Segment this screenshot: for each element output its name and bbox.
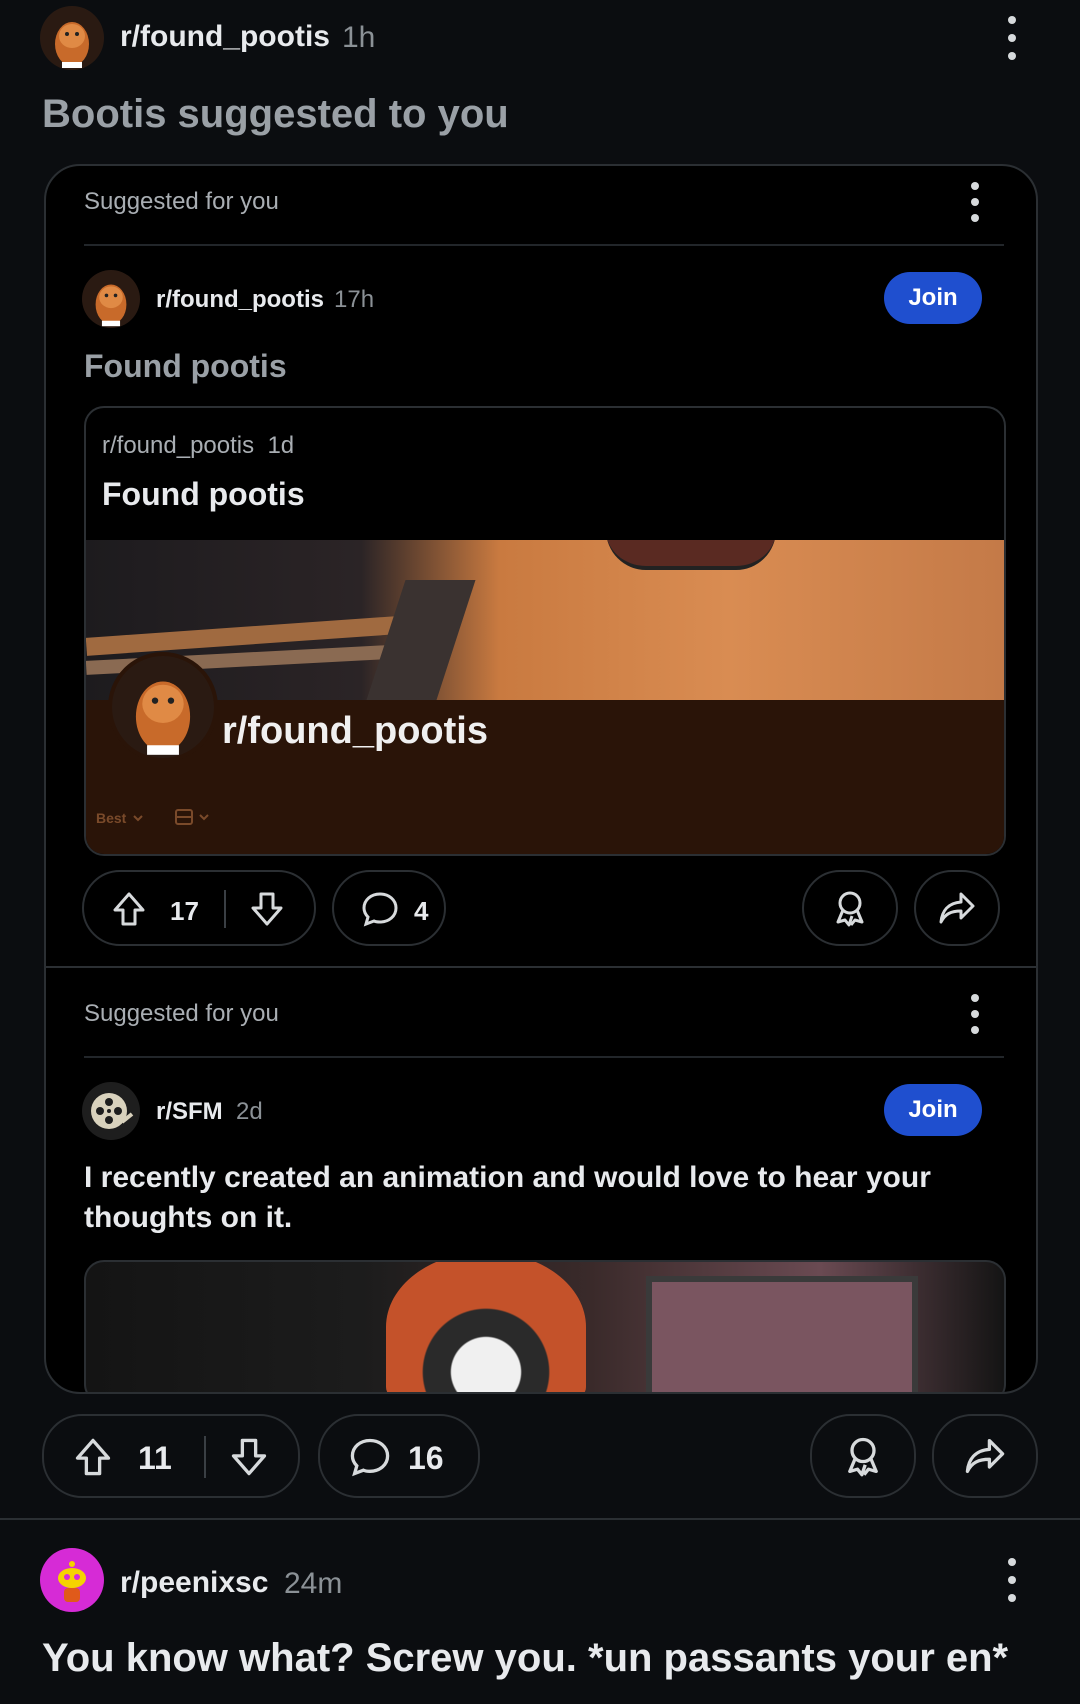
- join-button[interactable]: Join: [884, 272, 982, 324]
- embed2-title[interactable]: I recently created an animation and woul…: [84, 1158, 964, 1238]
- section-divider: [46, 966, 1036, 968]
- downvote-icon[interactable]: [228, 1436, 270, 1478]
- embedded-card[interactable]: Suggested for you r/found_pootis 17h Joi…: [44, 164, 1038, 1394]
- post-subreddit-name[interactable]: r/found_pootis: [120, 20, 330, 54]
- vote-count: 11: [138, 1440, 172, 1476]
- embed2-menu-button[interactable]: [970, 994, 980, 1034]
- post-time: 1h: [342, 21, 376, 54]
- embed1-time: 17h: [334, 286, 375, 313]
- share-icon: [937, 890, 977, 926]
- vote-count: 17: [170, 896, 199, 926]
- award-icon: [841, 1434, 885, 1478]
- feed-divider: [0, 1518, 1080, 1520]
- award-button[interactable]: [802, 870, 898, 946]
- subreddit-avatar-icon[interactable]: [40, 6, 104, 70]
- suggested-header-2: Suggested for you: [84, 1000, 279, 1027]
- divider: [84, 1056, 1004, 1058]
- upvote-icon[interactable]: [110, 890, 148, 928]
- film-reel-icon[interactable]: [82, 1082, 140, 1140]
- comment-icon: [360, 890, 400, 928]
- post-menu-button[interactable]: [1006, 16, 1018, 60]
- upvote-icon[interactable]: [72, 1436, 114, 1478]
- divider: [84, 244, 1004, 246]
- embed1-menu-button[interactable]: [970, 182, 980, 222]
- post-title[interactable]: Bootis suggested to you: [42, 92, 509, 137]
- embed1-subreddit-name[interactable]: r/found_pootis: [156, 286, 324, 314]
- crosspost-title[interactable]: Found pootis: [102, 476, 305, 513]
- vote-separator: [224, 890, 226, 928]
- next-post-subreddit[interactable]: r/peenixsc: [120, 1566, 268, 1600]
- embed2-subreddit-name[interactable]: r/SFM: [156, 1098, 223, 1126]
- next-post-menu-button[interactable]: [1006, 1558, 1018, 1602]
- banner-photo: [86, 540, 1004, 700]
- comment-count: 4: [414, 896, 429, 926]
- join-button-2[interactable]: Join: [884, 1084, 982, 1136]
- subreddit-avatar-icon[interactable]: [82, 270, 140, 328]
- chevron-down-icon: [132, 812, 144, 824]
- award-icon: [830, 888, 870, 928]
- sort-dropdown: Best: [96, 810, 144, 826]
- suggested-header: Suggested for you: [84, 188, 279, 215]
- comments-button[interactable]: 16: [318, 1414, 480, 1498]
- banner-avatar-icon: [108, 652, 218, 762]
- vote-bar: 17: [82, 870, 316, 946]
- layout-icon: [174, 808, 210, 826]
- vote-bar: 11: [42, 1414, 300, 1498]
- sort-label: Best: [96, 810, 127, 826]
- comments-button[interactable]: 4: [332, 870, 446, 946]
- next-post-time: 24m: [284, 1567, 343, 1600]
- crosspost-card[interactable]: r/found_pootis 1d Found pootis r/found_p…: [84, 406, 1006, 856]
- downvote-icon[interactable]: [248, 890, 286, 928]
- share-button[interactable]: [914, 870, 1000, 946]
- vote-separator: [204, 1436, 206, 1478]
- crosspost-meta: r/found_pootis 1d: [102, 432, 294, 460]
- crosspost-time: 1d: [267, 432, 295, 459]
- embed2-video-thumbnail[interactable]: [84, 1260, 1006, 1392]
- embed2-time: 2d: [236, 1098, 263, 1125]
- share-icon: [963, 1436, 1007, 1476]
- next-post-title[interactable]: You know what? Screw you. *un passants y…: [42, 1636, 1062, 1681]
- crosspost-subreddit[interactable]: r/found_pootis: [102, 432, 254, 459]
- banner-subreddit-name: r/found_pootis: [222, 710, 488, 752]
- comment-icon: [348, 1436, 392, 1478]
- embed1-title[interactable]: Found pootis: [84, 348, 287, 385]
- snoo-icon[interactable]: [40, 1548, 104, 1612]
- award-button[interactable]: [810, 1414, 916, 1498]
- share-button[interactable]: [932, 1414, 1038, 1498]
- comment-count: 16: [408, 1440, 444, 1476]
- subreddit-banner-image[interactable]: r/found_pootis Best: [86, 540, 1004, 854]
